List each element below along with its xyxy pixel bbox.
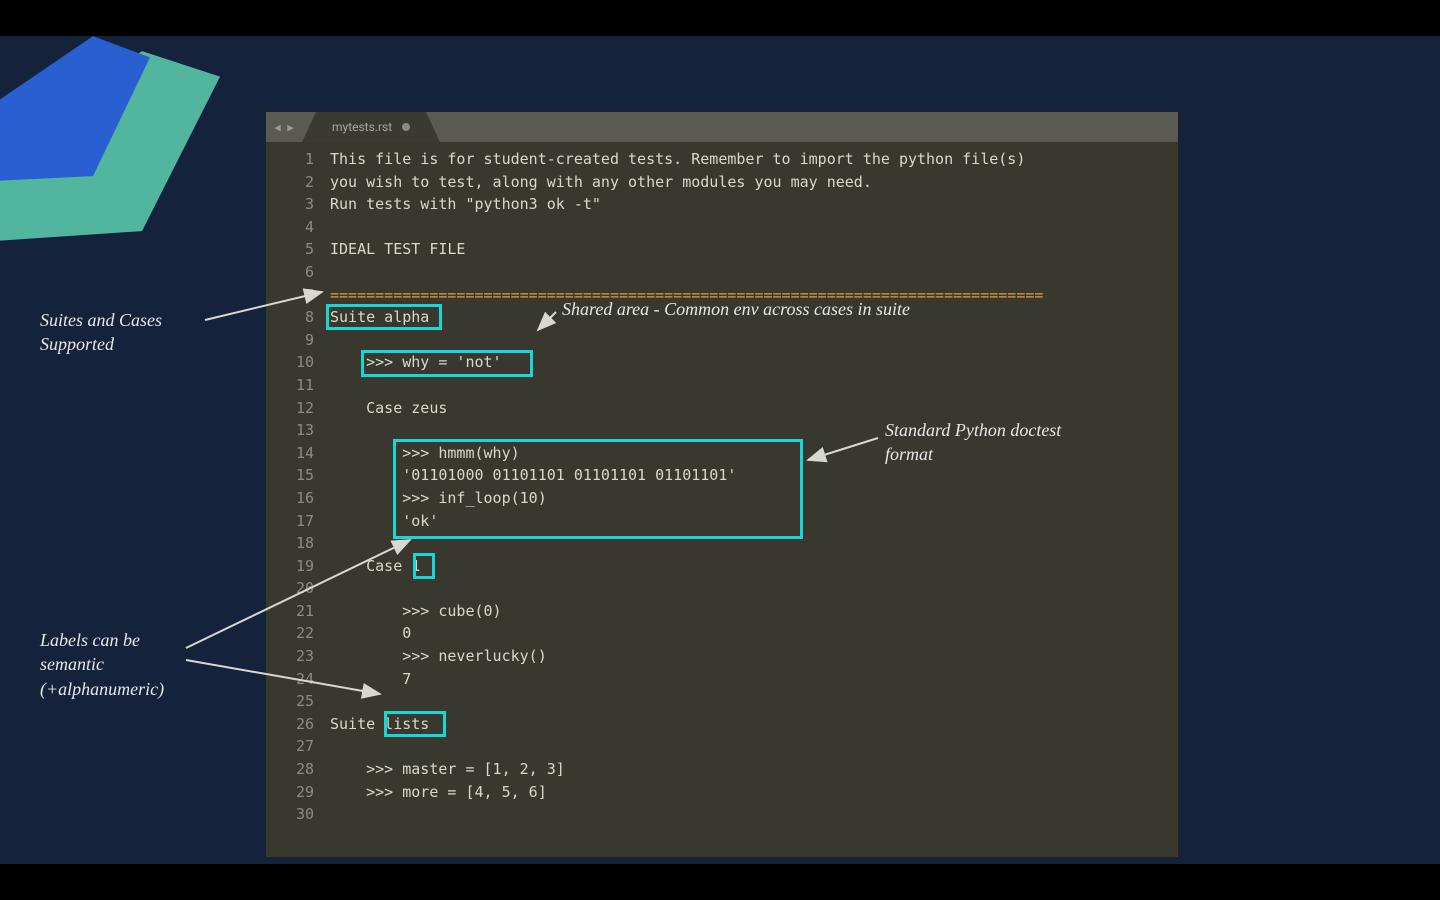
annotation-doctest: Standard Python doctestformat [885, 418, 1145, 467]
nav-arrows-icon[interactable]: ◀ ▶ [266, 112, 302, 142]
code-editor-window: ◀ ▶ mytests.rst 1 2 3 4 5 6 7 8 9 10 11 … [266, 112, 1178, 857]
code-area: 1 2 3 4 5 6 7 8 9 10 11 12 13 14 15 16 1… [266, 142, 1178, 857]
tab-bar: ◀ ▶ mytests.rst [266, 112, 1178, 142]
tab-mytests[interactable]: mytests.rst [316, 112, 426, 142]
annotation-labels: Labels can besemantic(+alphanumeric) [40, 628, 240, 701]
tab-modified-dot-icon [402, 123, 410, 131]
annotation-suites-cases: Suites and CasesSupported [40, 308, 240, 357]
line-number-gutter: 1 2 3 4 5 6 7 8 9 10 11 12 13 14 15 16 1… [266, 142, 324, 857]
tab-filename: mytests.rst [332, 120, 392, 134]
annotation-shared-area: Shared area - Common env across cases in… [562, 297, 1062, 321]
code-content[interactable]: This file is for student-created tests. … [324, 142, 1178, 857]
